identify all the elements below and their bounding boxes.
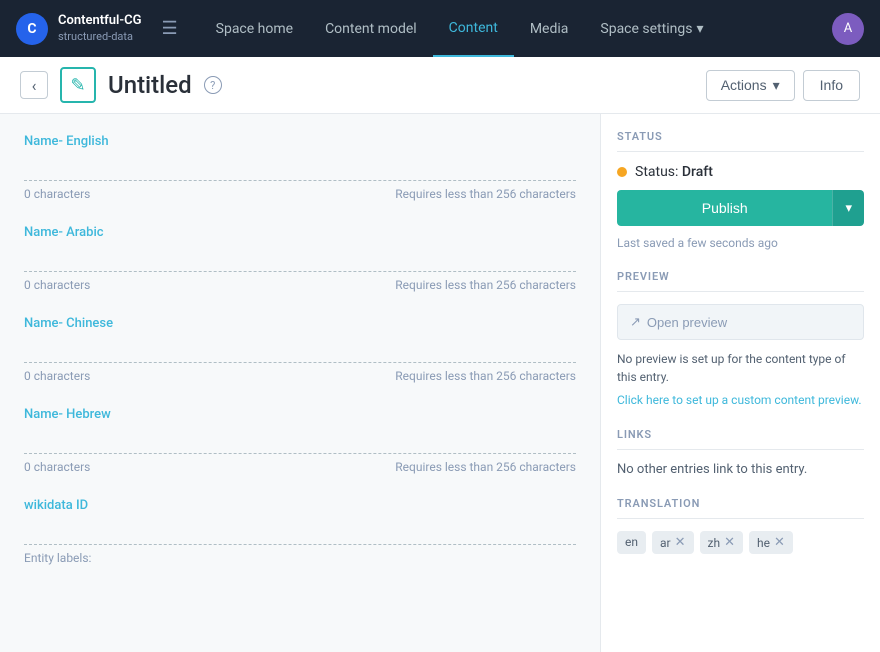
translation-chip-he: he ✕ (749, 531, 793, 554)
nav-links: Space home Content model Content Media S… (184, 0, 832, 57)
field-input-chinese[interactable] (24, 339, 576, 363)
status-section: STATUS Status: Draft Publish ▾ Last save… (617, 130, 864, 250)
wikidata-input[interactable] (24, 521, 576, 545)
field-name-hebrew: Name- Hebrew 0 characters Requires less … (24, 407, 576, 474)
secondary-header: ‹ ✎ Untitled ? Actions ▾ Info (0, 57, 880, 114)
field-label-hebrew: Name- Hebrew (24, 407, 576, 422)
brand-name: Contentful-CG (58, 13, 142, 30)
open-preview-button[interactable]: ↗ Open preview (617, 304, 864, 340)
status-section-title: STATUS (617, 130, 864, 152)
wikidata-section: wikidata ID Entity labels: (24, 498, 576, 565)
back-button[interactable]: ‹ (20, 71, 48, 99)
preview-section-title: PREVIEW (617, 270, 864, 292)
nav-space-settings[interactable]: Space settings ▾ (584, 0, 719, 57)
field-chars-arabic: 0 characters (24, 278, 90, 292)
links-section-title: LINKS (617, 428, 864, 450)
translation-chip-ar: ar ✕ (652, 531, 694, 554)
field-meta-chinese: 0 characters Requires less than 256 char… (24, 369, 576, 383)
status-label: Status: Draft (635, 164, 713, 180)
remove-ar-button[interactable]: ✕ (675, 535, 686, 550)
field-meta-arabic: 0 characters Requires less than 256 char… (24, 278, 576, 292)
hamburger-icon[interactable]: ☰ (156, 12, 184, 45)
info-button[interactable]: Info (803, 70, 860, 101)
translation-chip-zh: zh ✕ (700, 531, 743, 554)
field-label-arabic: Name- Arabic (24, 225, 576, 240)
entry-icon: ✎ (60, 67, 96, 103)
nav-media[interactable]: Media (514, 0, 585, 57)
translation-chips: en ar ✕ zh ✕ he ✕ (617, 531, 864, 554)
user-avatar[interactable]: A (832, 13, 864, 45)
field-limit-english: Requires less than 256 characters (395, 187, 576, 201)
custom-preview-link[interactable]: Click here to set up a custom content pr… (617, 393, 862, 407)
remove-zh-button[interactable]: ✕ (724, 535, 735, 550)
entry-title: Untitled (108, 71, 192, 99)
field-chars-hebrew: 0 characters (24, 460, 90, 474)
entity-labels: Entity labels: (24, 551, 576, 565)
field-input-english[interactable] (24, 157, 576, 181)
publish-dropdown-button[interactable]: ▾ (832, 190, 864, 226)
publish-wrapper: Publish ▾ (617, 190, 864, 226)
preview-section: PREVIEW ↗ Open preview No preview is set… (617, 270, 864, 408)
sidebar: STATUS Status: Draft Publish ▾ Last save… (600, 114, 880, 652)
brand-logo: C (16, 13, 48, 45)
field-limit-hebrew: Requires less than 256 characters (395, 460, 576, 474)
nav-content[interactable]: Content (433, 0, 514, 57)
publish-button[interactable]: Publish (617, 190, 832, 226)
field-label-english: Name- English (24, 134, 576, 149)
actions-arrow-icon: ▾ (773, 77, 780, 94)
field-name-english: Name- English 0 characters Requires less… (24, 134, 576, 201)
brand-text: Contentful-CG structured-data (58, 13, 142, 44)
remove-he-button[interactable]: ✕ (774, 535, 785, 550)
nav-content-model[interactable]: Content model (309, 0, 433, 57)
field-meta-english: 0 characters Requires less than 256 char… (24, 187, 576, 201)
header-actions: Actions ▾ Info (706, 70, 860, 101)
status-row: Status: Draft (617, 164, 864, 180)
top-nav: C Contentful-CG structured-data ☰ Space … (0, 0, 880, 57)
field-limit-chinese: Requires less than 256 characters (395, 369, 576, 383)
translation-section: TRANSLATION en ar ✕ zh ✕ he ✕ (617, 497, 864, 554)
actions-button[interactable]: Actions ▾ (706, 70, 795, 101)
field-input-arabic[interactable] (24, 248, 576, 272)
translation-chip-en: en (617, 531, 646, 554)
field-chars-chinese: 0 characters (24, 369, 90, 383)
wikidata-label: wikidata ID (24, 498, 576, 513)
external-link-icon: ↗ (630, 314, 641, 330)
help-icon[interactable]: ? (204, 76, 222, 94)
links-note: No other entries link to this entry. (617, 462, 864, 477)
space-settings-arrow-icon: ▾ (696, 21, 703, 37)
field-meta-hebrew: 0 characters Requires less than 256 char… (24, 460, 576, 474)
field-chars-english: 0 characters (24, 187, 90, 201)
field-name-arabic: Name- Arabic 0 characters Requires less … (24, 225, 576, 292)
brand: C Contentful-CG structured-data ☰ (16, 12, 184, 45)
field-limit-arabic: Requires less than 256 characters (395, 278, 576, 292)
nav-space-home[interactable]: Space home (200, 0, 309, 57)
translation-section-title: TRANSLATION (617, 497, 864, 519)
content-area: Name- English 0 characters Requires less… (0, 114, 600, 652)
preview-note: No preview is set up for the content typ… (617, 350, 864, 386)
field-input-hebrew[interactable] (24, 430, 576, 454)
status-dot-icon (617, 167, 627, 177)
field-label-chinese: Name- Chinese (24, 316, 576, 331)
brand-sub: structured-data (58, 30, 142, 44)
field-name-chinese: Name- Chinese 0 characters Requires less… (24, 316, 576, 383)
main-layout: Name- English 0 characters Requires less… (0, 114, 880, 652)
links-section: LINKS No other entries link to this entr… (617, 428, 864, 477)
last-saved: Last saved a few seconds ago (617, 236, 864, 250)
